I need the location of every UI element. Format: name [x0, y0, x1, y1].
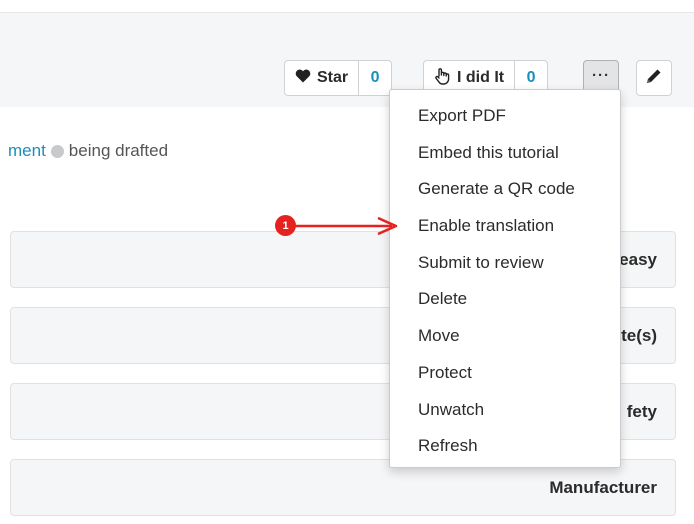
- menu-item-unwatch[interactable]: Unwatch: [390, 392, 620, 429]
- menu-item-protect[interactable]: Protect: [390, 355, 620, 392]
- menu-item-embed-tutorial[interactable]: Embed this tutorial: [390, 135, 620, 172]
- row-value: fety: [626, 401, 657, 421]
- star-button[interactable]: Star: [285, 61, 358, 95]
- star-button-group: Star 0: [284, 60, 393, 96]
- more-dots-icon: ···: [592, 66, 610, 84]
- did-it-label: I did It: [457, 69, 505, 86]
- status-dot-icon: [50, 144, 64, 158]
- menu-item-move[interactable]: Move: [390, 318, 620, 355]
- hand-icon: [434, 67, 451, 90]
- tutorial-status: ment being drafted: [8, 141, 168, 161]
- more-options-menu: Export PDF Embed this tutorial Generate …: [389, 89, 621, 468]
- row-value: Manufacturer: [549, 477, 657, 497]
- star-label: Star: [317, 69, 349, 86]
- menu-item-generate-qr[interactable]: Generate a QR code: [390, 171, 620, 208]
- status-text: being drafted: [68, 141, 169, 160]
- heart-icon: [295, 69, 311, 88]
- row-value: easy: [619, 249, 657, 269]
- menu-item-enable-translation[interactable]: Enable translation: [390, 208, 620, 245]
- row-value: te(s): [621, 325, 657, 345]
- menu-item-submit-review[interactable]: Submit to review: [390, 245, 620, 282]
- edit-button[interactable]: [636, 60, 672, 96]
- star-count: 0: [358, 61, 391, 95]
- status-link[interactable]: ment: [8, 141, 46, 161]
- pencil-icon: [645, 67, 663, 90]
- callout-arrow-icon: [292, 216, 398, 236]
- menu-item-delete[interactable]: Delete: [390, 281, 620, 318]
- callout-badge: 1: [275, 215, 296, 236]
- menu-item-export-pdf[interactable]: Export PDF: [390, 98, 620, 135]
- menu-item-refresh[interactable]: Refresh: [390, 428, 620, 465]
